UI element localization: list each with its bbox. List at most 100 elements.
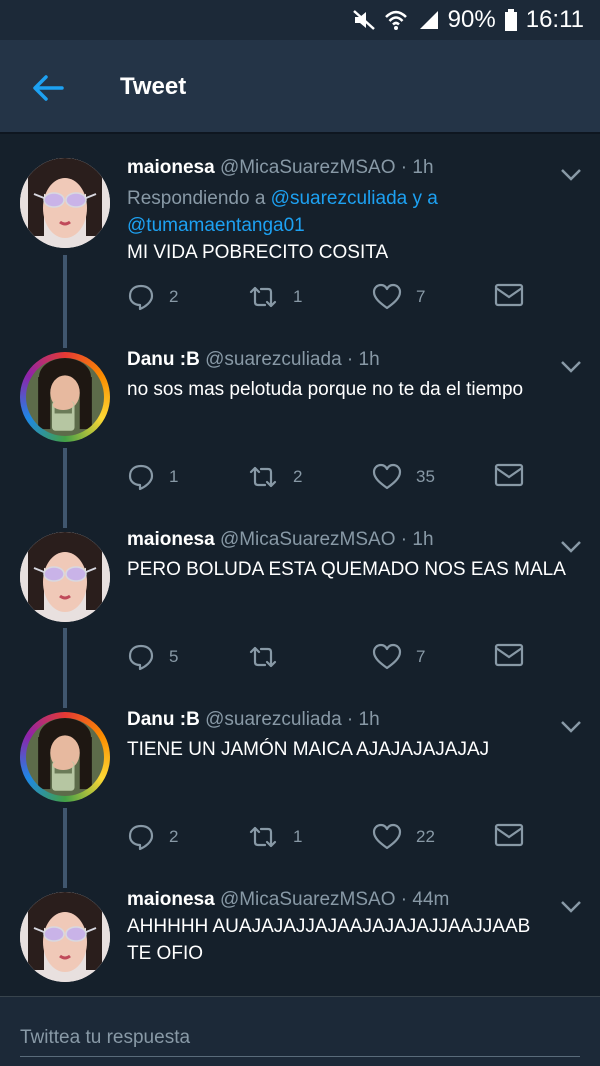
timestamp: 1h <box>358 349 380 370</box>
direct-message-button[interactable] <box>494 823 524 847</box>
reply-button[interactable]: 2 <box>127 283 178 311</box>
status-icons: 90% 16:11 <box>352 6 584 34</box>
like-count: 7 <box>416 647 426 666</box>
separator-dot: · <box>346 349 354 370</box>
retweet-count: 2 <box>293 467 303 486</box>
separator-dot: · <box>400 529 408 550</box>
user-handle[interactable]: @MicaSuarezMSAO <box>220 889 396 910</box>
reply-count: 2 <box>169 827 179 846</box>
clock: 16:11 <box>525 6 584 33</box>
avatar[interactable] <box>20 352 110 442</box>
status-bar: 90% 16:11 <box>0 0 600 40</box>
direct-message-button[interactable] <box>494 463 524 487</box>
tweet-header: maionesa @MicaSuarezMSAO · 44m <box>127 889 449 911</box>
back-button[interactable] <box>28 68 68 108</box>
user-handle[interactable]: @MicaSuarezMSAO <box>220 529 396 550</box>
tweet-item[interactable]: Danu :B @suarezculiada · 1h TIENE UN JAM… <box>0 700 600 880</box>
tweet-header: Danu :B @suarezculiada · 1h <box>127 349 380 371</box>
timestamp: 1h <box>412 529 434 550</box>
reply-count: 5 <box>169 647 179 666</box>
back-arrow-icon <box>33 75 64 101</box>
retweet-count: 1 <box>293 827 303 846</box>
envelope-icon <box>494 283 524 307</box>
direct-message-button[interactable] <box>494 643 524 667</box>
heart-icon <box>372 643 402 670</box>
retweet-count: 1 <box>293 287 303 306</box>
display-name[interactable]: maionesa <box>127 889 215 910</box>
retweet-button[interactable]: 1 <box>247 823 302 851</box>
mute-icon <box>352 9 376 31</box>
retweet-icon <box>249 466 277 488</box>
chevron-down-icon[interactable] <box>560 720 582 734</box>
user-handle[interactable]: @MicaSuarezMSAO <box>220 157 396 178</box>
reply-input[interactable] <box>20 1019 580 1057</box>
reply-count: 2 <box>169 287 179 306</box>
tweet-item[interactable]: maionesa @MicaSuarezMSAO · 1h Respondien… <box>0 140 600 340</box>
like-button[interactable]: 22 <box>372 823 435 851</box>
separator-dot: · <box>400 889 408 910</box>
display-name[interactable]: Danu :B <box>127 349 200 370</box>
separator-dot: · <box>400 157 408 178</box>
timestamp: 1h <box>358 709 380 730</box>
chevron-down-icon[interactable] <box>560 360 582 374</box>
reply-button[interactable]: 1 <box>127 463 178 491</box>
chevron-down-icon[interactable] <box>560 900 582 914</box>
tweet-actions: 1 2 35 <box>127 463 567 493</box>
signal-icon <box>416 9 440 31</box>
wifi-icon <box>384 9 408 31</box>
tweet-text: PERO BOLUDA ESTA QUEMADO NOS EAS MALA <box>127 559 566 580</box>
app-bar: Tweet <box>0 40 600 134</box>
avatar[interactable] <box>20 892 110 982</box>
chevron-down-icon[interactable] <box>560 168 582 182</box>
retweet-icon <box>249 286 277 308</box>
tweet-item[interactable]: maionesa @MicaSuarezMSAO · 1h PERO BOLUD… <box>0 520 600 700</box>
like-button[interactable]: 7 <box>372 643 425 671</box>
tweet-text-line: TE OFIO <box>127 943 203 964</box>
reply-button[interactable]: 5 <box>127 643 178 671</box>
tweet-actions: 2 1 22 <box>127 823 567 853</box>
battery-icon <box>504 9 518 31</box>
page-title: Tweet <box>120 73 187 100</box>
reply-count: 1 <box>169 467 179 486</box>
display-name[interactable]: Danu :B <box>127 709 200 730</box>
chevron-down-icon[interactable] <box>560 540 582 554</box>
tweet-item[interactable]: Danu :B @suarezculiada · 1h no sos mas p… <box>0 340 600 520</box>
retweet-button[interactable] <box>247 643 293 671</box>
mention-link[interactable]: @tumamaentanga01 <box>127 215 305 236</box>
tweet-item[interactable]: maionesa @MicaSuarezMSAO · 44m AHHHHH AU… <box>0 880 600 996</box>
user-handle[interactable]: @suarezculiada <box>205 349 342 370</box>
avatar[interactable] <box>20 532 110 622</box>
timestamp: 1h <box>412 157 434 178</box>
envelope-icon <box>494 463 524 487</box>
tweet-header: maionesa @MicaSuarezMSAO · 1h <box>127 157 434 179</box>
like-count: 7 <box>416 287 426 306</box>
tweet-text-line: AHHHHH AUAJAJAJJAJAAJAJAJAJJAAJJAAB <box>127 916 531 937</box>
like-button[interactable]: 7 <box>372 283 425 311</box>
heart-icon <box>372 283 402 310</box>
direct-message-button[interactable] <box>494 283 524 307</box>
retweet-button[interactable]: 1 <box>247 283 302 311</box>
display-name[interactable]: maionesa <box>127 529 215 550</box>
reply-icon <box>128 284 154 311</box>
retweet-icon <box>249 646 277 668</box>
retweet-icon <box>249 826 277 848</box>
replying-to: Respondiendo a @suarezculiada y a @tumama… <box>127 185 567 239</box>
avatar[interactable] <box>20 158 110 248</box>
reply-button[interactable]: 2 <box>127 823 178 851</box>
retweet-button[interactable]: 2 <box>247 463 302 491</box>
like-button[interactable]: 35 <box>372 463 435 491</box>
heart-icon <box>372 463 402 490</box>
mention-link[interactable]: @suarezculiada <box>271 188 408 209</box>
tweet-text: AHHHHH AUAJAJAJJAJAAJAJAJAJJAAJJAAB TE O… <box>127 913 577 967</box>
avatar[interactable] <box>20 712 110 802</box>
reply-icon <box>128 824 154 851</box>
display-name[interactable]: maionesa <box>127 157 215 178</box>
like-count: 22 <box>416 827 435 846</box>
reply-icon <box>128 644 154 671</box>
tweet-text: no sos mas pelotuda porque no te da el t… <box>127 379 524 400</box>
tweet-actions: 2 1 7 <box>127 283 567 313</box>
tweet-header: Danu :B @suarezculiada · 1h <box>127 709 380 731</box>
timestamp: 44m <box>412 889 450 910</box>
user-handle[interactable]: @suarezculiada <box>205 709 342 730</box>
separator-dot: · <box>346 709 354 730</box>
